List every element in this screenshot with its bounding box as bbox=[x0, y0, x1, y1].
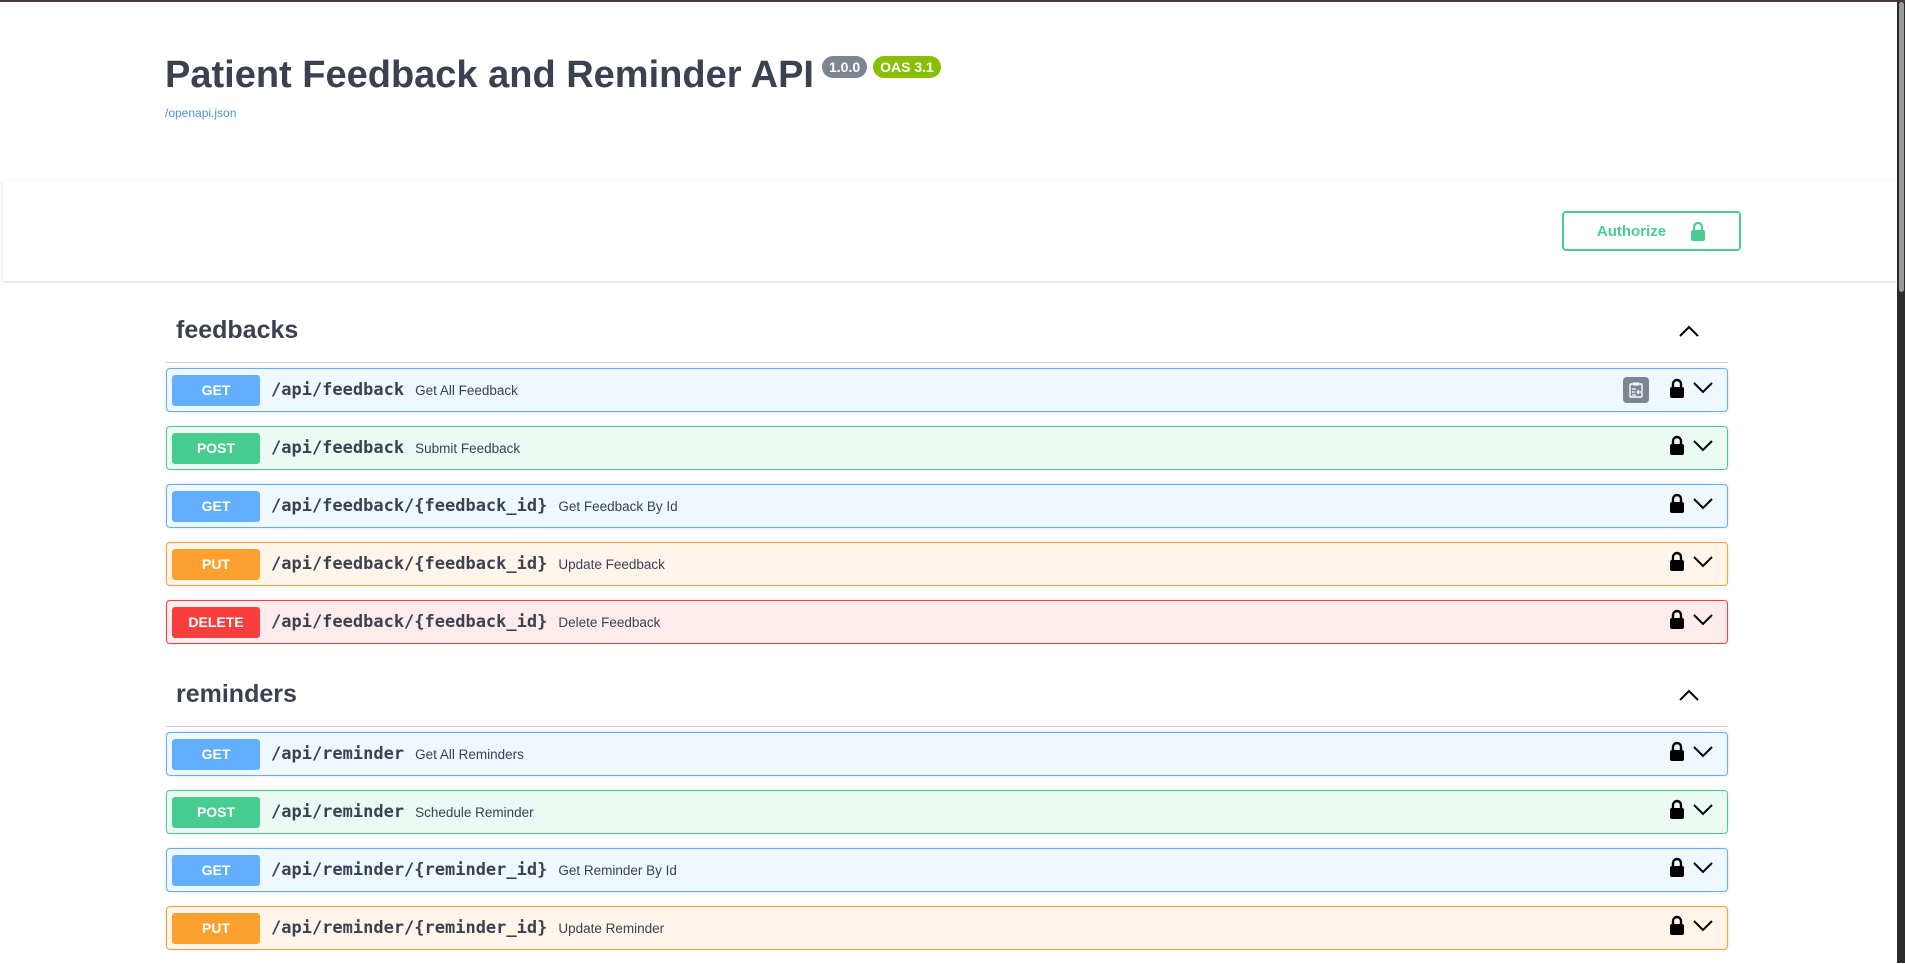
operation-controls bbox=[1669, 435, 1713, 460]
operation-controls bbox=[1669, 915, 1713, 940]
operation-summary: Get All Reminders bbox=[415, 746, 524, 762]
tag-title: reminders bbox=[176, 680, 297, 708]
openapi-json-link[interactable]: /openapi.json bbox=[165, 106, 236, 120]
operation-summary: Update Reminder bbox=[558, 920, 665, 936]
method-badge: POST bbox=[172, 796, 260, 828]
operation-row[interactable]: PUT /api/reminder/{reminder_id} Update R… bbox=[166, 906, 1728, 950]
chevron-down-icon[interactable] bbox=[1693, 497, 1713, 515]
method-badge: GET bbox=[172, 738, 260, 770]
chevron-down-icon[interactable] bbox=[1693, 555, 1713, 573]
tag-title: feedbacks bbox=[176, 316, 299, 344]
operation-path[interactable]: /api/feedback bbox=[271, 438, 404, 458]
operation-path[interactable]: /api/feedback/{feedback_id} bbox=[271, 496, 547, 516]
lock-icon[interactable] bbox=[1669, 799, 1685, 824]
operation-row[interactable]: POST /api/feedback Submit Feedback bbox=[166, 426, 1728, 470]
tag-section-feedbacks: feedbacks GET /api/feedback Get All Feed… bbox=[166, 300, 1728, 658]
operation-controls bbox=[1669, 493, 1713, 518]
scrollbar-thumb[interactable] bbox=[1899, 2, 1904, 292]
lock-icon[interactable] bbox=[1669, 741, 1685, 766]
method-badge: PUT bbox=[172, 912, 260, 944]
operation-controls bbox=[1623, 377, 1713, 403]
authorize-label: Authorize bbox=[1596, 222, 1667, 240]
chevron-down-icon[interactable] bbox=[1693, 745, 1713, 763]
operation-controls bbox=[1669, 857, 1713, 882]
operation-summary: Schedule Reminder bbox=[415, 804, 534, 820]
operation-path[interactable]: /api/reminder/{reminder_id} bbox=[271, 918, 547, 938]
lock-icon[interactable] bbox=[1669, 493, 1685, 518]
chevron-down-icon[interactable] bbox=[1693, 861, 1713, 879]
tag-header[interactable]: feedbacks bbox=[166, 300, 1728, 363]
operation-row[interactable]: POST /api/reminder Schedule Reminder bbox=[166, 790, 1728, 834]
operation-path[interactable]: /api/feedback bbox=[271, 380, 404, 400]
method-badge: GET bbox=[172, 374, 260, 406]
method-badge: GET bbox=[172, 490, 260, 522]
operation-row[interactable]: DELETE /api/feedback/{feedback_id} Delet… bbox=[166, 600, 1728, 644]
operation-path[interactable]: /api/reminder bbox=[271, 802, 404, 822]
tag-header[interactable]: reminders bbox=[166, 664, 1728, 727]
operation-path[interactable]: /api/reminder bbox=[271, 744, 404, 764]
operation-row[interactable]: GET /api/reminder Get All Reminders bbox=[166, 732, 1728, 776]
operation-path[interactable]: /api/feedback/{feedback_id} bbox=[271, 554, 547, 574]
operation-row[interactable]: GET /api/reminder/{reminder_id} Get Remi… bbox=[166, 848, 1728, 892]
method-badge: DELETE bbox=[172, 606, 260, 638]
chevron-down-icon[interactable] bbox=[1693, 919, 1713, 937]
unlocked-icon bbox=[1691, 221, 1706, 241]
operation-controls bbox=[1669, 551, 1713, 576]
chevron-down-icon[interactable] bbox=[1693, 381, 1713, 399]
operation-path[interactable]: /api/reminder/{reminder_id} bbox=[271, 860, 547, 880]
lock-icon[interactable] bbox=[1669, 378, 1685, 403]
chevron-up-icon[interactable] bbox=[1678, 320, 1700, 342]
operation-summary: Update Feedback bbox=[558, 556, 665, 572]
method-badge: GET bbox=[172, 854, 260, 886]
scheme-container: Authorize bbox=[3, 180, 1897, 281]
lock-icon[interactable] bbox=[1669, 915, 1685, 940]
version-badge: 1.0.0 bbox=[822, 56, 868, 78]
page-title: Patient Feedback and Reminder API 1.0.0 … bbox=[165, 54, 941, 97]
operation-row[interactable]: GET /api/feedback/{feedback_id} Get Feed… bbox=[166, 484, 1728, 528]
operation-summary: Submit Feedback bbox=[415, 440, 521, 456]
tag-section-reminders: reminders GET /api/reminder Get All Remi… bbox=[166, 664, 1728, 964]
operation-controls bbox=[1669, 741, 1713, 766]
operation-path[interactable]: /api/feedback/{feedback_id} bbox=[271, 612, 547, 632]
lock-icon[interactable] bbox=[1669, 551, 1685, 576]
copy-to-clipboard-icon[interactable] bbox=[1623, 377, 1649, 403]
operation-row[interactable]: PUT /api/feedback/{feedback_id} Update F… bbox=[166, 542, 1728, 586]
window-top-border bbox=[0, 0, 1905, 2]
method-badge: POST bbox=[172, 432, 260, 464]
chevron-down-icon[interactable] bbox=[1693, 803, 1713, 821]
oas-badge: OAS 3.1 bbox=[873, 56, 941, 78]
api-title: Patient Feedback and Reminder API bbox=[165, 54, 814, 96]
lock-icon[interactable] bbox=[1669, 609, 1685, 634]
operation-summary: Get All Feedback bbox=[415, 382, 518, 398]
scrollbar[interactable] bbox=[1897, 2, 1905, 963]
lock-icon[interactable] bbox=[1669, 435, 1685, 460]
operation-row[interactable]: GET /api/feedback Get All Feedback bbox=[166, 368, 1728, 412]
authorize-button[interactable]: Authorize bbox=[1562, 211, 1741, 251]
operation-controls bbox=[1669, 799, 1713, 824]
lock-icon[interactable] bbox=[1669, 857, 1685, 882]
operation-summary: Delete Feedback bbox=[558, 614, 661, 630]
operation-summary: Get Feedback By Id bbox=[558, 498, 678, 514]
method-badge: PUT bbox=[172, 548, 260, 580]
operation-controls bbox=[1669, 609, 1713, 634]
chevron-down-icon[interactable] bbox=[1693, 439, 1713, 457]
chevron-down-icon[interactable] bbox=[1693, 613, 1713, 631]
operation-summary: Get Reminder By Id bbox=[558, 862, 677, 878]
chevron-up-icon[interactable] bbox=[1678, 684, 1700, 706]
